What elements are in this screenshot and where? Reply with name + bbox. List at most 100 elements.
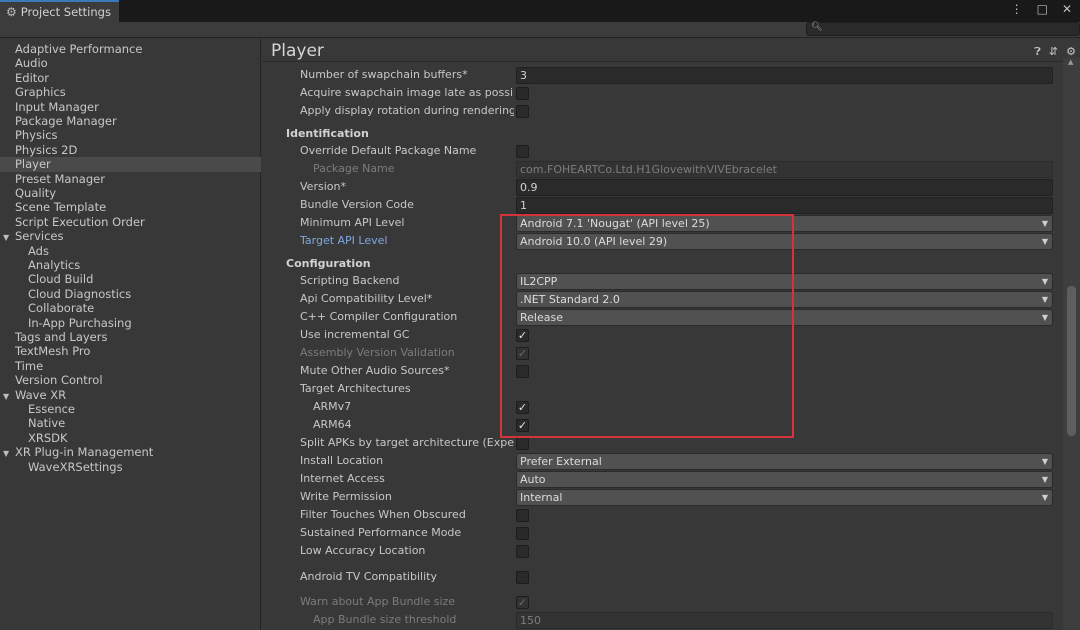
target-architectures-label: Target Architectures [300, 382, 411, 395]
sidebar-item-analytics[interactable]: Analytics [0, 258, 261, 272]
chevron-down-icon: ▼ [1041, 493, 1048, 502]
sidebar-item-preset-manager[interactable]: Preset Manager [0, 172, 261, 186]
apply-display-rotation-during-rendering-checkbox[interactable] [516, 105, 529, 118]
page-title: Player [271, 41, 324, 61]
sidebar-item-services[interactable]: ▼ Services [0, 229, 261, 243]
override-default-package-name-label: Override Default Package Name [300, 144, 477, 157]
help-icon[interactable]: ❓︎ [1034, 45, 1041, 59]
filter-touches-when-obscured-label: Filter Touches When Obscured [300, 508, 466, 521]
api-compatibility-level-dropdown[interactable]: .NET Standard 2.0 ▼ [516, 291, 1053, 308]
internet-access-label: Internet Access [300, 472, 385, 485]
maximize-icon[interactable]: □ [1037, 2, 1048, 16]
sidebar-item-audio[interactable]: Audio [0, 56, 261, 70]
armv7-checkbox[interactable]: ✓ [516, 401, 529, 414]
sidebar-item-adaptive-performance[interactable]: Adaptive Performance [0, 42, 261, 56]
more-options-icon[interactable]: ⋮ [1011, 2, 1023, 16]
mute-other-audio-sources-checkbox[interactable] [516, 365, 529, 378]
target-api-level-dropdown[interactable]: Android 10.0 (API level 29) ▼ [516, 233, 1053, 250]
version-field[interactable]: 0.9 [516, 179, 1053, 196]
vertical-scrollbar[interactable]: ▲ [1063, 58, 1080, 630]
sidebar-item-label: Native [28, 416, 66, 431]
minimum-api-level-dropdown[interactable]: Android 7.1 'Nougat' (API level 25) ▼ [516, 215, 1053, 232]
app-bundle-size-threshold-label: App Bundle size threshold [313, 613, 457, 626]
use-incremental-gc-checkbox[interactable]: ✓ [516, 329, 529, 342]
chevron-down-icon: ▼ [1041, 237, 1048, 246]
sidebar-item-label: Tags and Layers [15, 330, 108, 344]
sidebar-item-script-execution-order[interactable]: Script Execution Order [0, 215, 261, 229]
sidebar-item-wavexrsettings[interactable]: WaveXRSettings [0, 460, 261, 474]
sidebar-item-label: Cloud Diagnostics [28, 286, 132, 301]
install-location-label: Install Location [300, 454, 384, 467]
bundle-version-code-field[interactable]: 1 [516, 197, 1053, 214]
number-of-swapchain-buffers-field[interactable]: 3 [516, 67, 1053, 84]
sidebar-item-label: Services [15, 229, 64, 244]
filter-touches-when-obscured-checkbox[interactable] [516, 509, 529, 522]
chevron-down-icon: ▼ [1041, 277, 1048, 286]
sidebar-item-physics-2d[interactable]: Physics 2D [0, 143, 261, 157]
sidebar-item-time[interactable]: Time [0, 359, 261, 373]
checkmark-icon: ✓ [517, 329, 528, 342]
write-permission-label: Write Permission [300, 490, 392, 503]
sidebar-item-physics[interactable]: Physics [0, 128, 261, 142]
sidebar-item-label: Adaptive Performance [15, 42, 143, 56]
scroll-up-icon[interactable]: ▲ [1068, 58, 1073, 66]
dropdown-value: Release [520, 311, 563, 324]
dropdown-value: Internal [520, 491, 563, 504]
sidebar-item-quality[interactable]: Quality [0, 186, 261, 200]
write-permission-dropdown[interactable]: Internal ▼ [516, 489, 1053, 506]
sidebar-item-version-control[interactable]: Version Control [0, 373, 261, 387]
sidebar-item-graphics[interactable]: Graphics [0, 85, 261, 99]
sidebar-item-in-app-purchasing[interactable]: In-App Purchasing [0, 316, 261, 330]
sidebar-item-ads[interactable]: Ads [0, 244, 261, 258]
internet-access-dropdown[interactable]: Auto ▼ [516, 471, 1053, 488]
sidebar-item-editor[interactable]: Editor [0, 71, 261, 85]
search-input[interactable] [823, 23, 1073, 35]
split-apks-by-target-architecture-experim-checkbox[interactable] [516, 437, 529, 450]
sustained-performance-mode-label: Sustained Performance Mode [300, 526, 462, 539]
sustained-performance-mode-checkbox[interactable] [516, 527, 529, 540]
arm64-checkbox[interactable]: ✓ [516, 419, 529, 432]
assembly-version-validation-label: Assembly Version Validation [300, 346, 455, 359]
settings-sidebar: Adaptive Performance Audio Editor Graphics I… [0, 39, 261, 630]
sidebar-item-native[interactable]: Native [0, 416, 261, 430]
scrollbar-thumb[interactable] [1067, 286, 1076, 436]
sidebar-item-label: Scene Template [15, 200, 107, 215]
number-of-swapchain-buffers-label: Number of swapchain buffers* [300, 68, 468, 81]
close-icon[interactable]: ✕ [1062, 2, 1072, 16]
low-accuracy-location-checkbox[interactable] [516, 545, 529, 558]
sidebar-item-xrsdk[interactable]: XRSDK [0, 431, 261, 445]
target-api-level-label: Target API Level [300, 234, 388, 247]
install-location-dropdown[interactable]: Prefer External ▼ [516, 453, 1053, 470]
preset-icon[interactable]: ⇵ [1049, 45, 1058, 59]
sidebar-item-player[interactable]: Player [0, 157, 261, 172]
header-icons: ❓︎ ⇵ ⚙ [1034, 45, 1076, 59]
sidebar-item-cloud-build[interactable]: Cloud Build [0, 272, 261, 286]
c-compiler-configuration-dropdown[interactable]: Release ▼ [516, 309, 1053, 326]
armv7-label: ARMv7 [313, 400, 352, 413]
android-tv-compatibility-checkbox[interactable] [516, 571, 529, 584]
sidebar-item-label: TextMesh Pro [15, 344, 91, 359]
sidebar-item-package-manager[interactable]: Package Manager [0, 114, 261, 128]
app-bundle-size-threshold-field: 150 [516, 612, 1053, 629]
gear-icon[interactable]: ⚙ [1066, 45, 1076, 59]
project-settings-tab[interactable]: ⚙ Project Settings [0, 0, 119, 22]
api-compatibility-level-label: Api Compatibility Level* [300, 292, 433, 305]
sidebar-item-textmesh-pro[interactable]: TextMesh Pro [0, 344, 261, 358]
sidebar-item-essence[interactable]: Essence [0, 402, 261, 416]
sidebar-item-tags-and-layers[interactable]: Tags and Layers [0, 330, 261, 344]
sidebar-item-label: Package Manager [15, 114, 117, 128]
sidebar-item-cloud-diagnostics[interactable]: Cloud Diagnostics [0, 287, 261, 301]
sidebar-item-collaborate[interactable]: Collaborate [0, 301, 261, 315]
search-field[interactable]: 🔍︎ [806, 22, 1080, 36]
sidebar-item-wave-xr[interactable]: ▼ Wave XR [0, 388, 261, 402]
sidebar-item-label: Graphics [15, 85, 66, 100]
acquire-swapchain-image-late-as-possible-label: Acquire swapchain image late as possible [300, 86, 514, 99]
sidebar-item-xr-plug-in-management[interactable]: ▼ XR Plug-in Management [0, 445, 261, 459]
acquire-swapchain-image-late-as-possible-checkbox[interactable] [516, 87, 529, 100]
arm64-label: ARM64 [313, 418, 352, 431]
override-default-package-name-checkbox[interactable] [516, 145, 529, 158]
sidebar-item-label: In-App Purchasing [28, 315, 132, 330]
sidebar-item-scene-template[interactable]: Scene Template [0, 200, 261, 214]
sidebar-item-input-manager[interactable]: Input Manager [0, 100, 261, 114]
scripting-backend-dropdown[interactable]: IL2CPP ▼ [516, 273, 1053, 290]
